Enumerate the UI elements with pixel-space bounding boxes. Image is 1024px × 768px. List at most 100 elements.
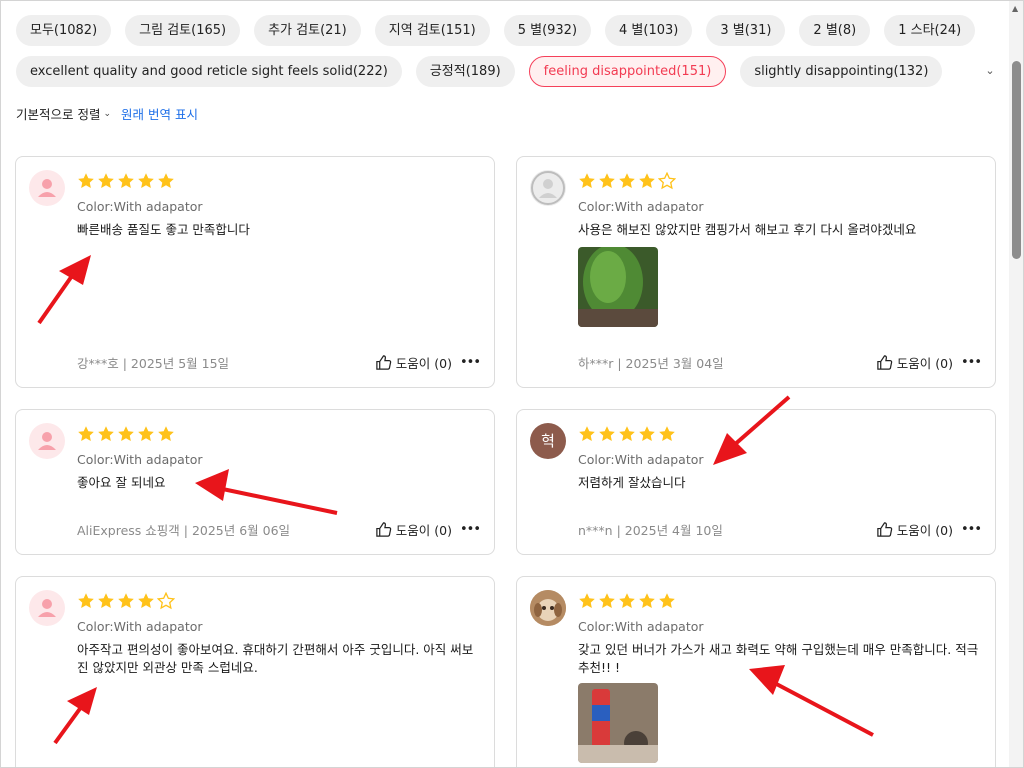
- default-avatar-icon: [29, 423, 65, 459]
- chevron-down-icon: ⌄: [103, 108, 112, 119]
- star-filled-icon: [579, 593, 595, 608]
- filter-chip-local-reviews[interactable]: 지역 검토(151): [374, 15, 490, 46]
- filter-chip-positive[interactable]: 긍정적(189): [415, 56, 515, 87]
- variant-label: Color:With adapator: [77, 199, 203, 214]
- review-card: 혁 Color:With adapator 저렴하게 잘샀습니다 n***n |…: [516, 409, 996, 555]
- star-rating: [77, 172, 175, 190]
- star-filled-icon: [639, 173, 655, 188]
- default-avatar-icon: [29, 170, 65, 206]
- default-avatar-icon: [29, 590, 65, 626]
- helpful-button[interactable]: 도움이 (0) •••: [876, 353, 982, 372]
- filter-chip-5-star[interactable]: 5 별(932): [503, 15, 592, 46]
- star-filled-icon: [98, 593, 114, 608]
- variant-label: Color:With adapator: [578, 452, 704, 467]
- star-filled-icon: [138, 593, 154, 608]
- star-filled-icon: [659, 593, 675, 608]
- star-rating: [578, 592, 676, 610]
- thumbs-up-icon: [376, 522, 392, 537]
- star-filled-icon: [78, 593, 94, 608]
- review-footer: n***n | 2025년 4월 10일 도움이 (0) •••: [578, 520, 982, 539]
- filter-chip-feeling-disappointed[interactable]: feeling disappointed(151): [528, 56, 727, 87]
- sort-dropdown[interactable]: 기본적으로 정렬 ⌄: [16, 104, 111, 123]
- filter-chip-3-star[interactable]: 3 별(31): [706, 15, 786, 46]
- star-filled-icon: [78, 173, 94, 188]
- review-text: 갖고 있던 버너가 가스가 새고 화력도 약해 구입했는데 매우 만족합니다. …: [578, 642, 979, 675]
- review-footer: 하***r | 2025년 3월 04일 도움이 (0) •••: [578, 353, 982, 372]
- filter-chip-excellent-quality[interactable]: excellent quality and good reticle sight…: [16, 56, 402, 87]
- review-card: Color:With adapator 갖고 있던 버너가 가스가 새고 화력도…: [516, 576, 996, 767]
- star-filled-icon: [579, 173, 595, 188]
- scrollbar-thumb[interactable]: [1012, 61, 1021, 259]
- variant-label: Color:With adapator: [77, 619, 203, 634]
- review-text: 빠른배송 품질도 좋고 만족합니다: [77, 222, 250, 237]
- star-filled-icon: [599, 426, 615, 441]
- review-text: 사용은 해보진 않았지만 캠핑가서 해보고 후기 다시 올려야겠네요: [578, 222, 917, 237]
- review-card: Color:With adapator 빠른배송 품질도 좋고 만족합니다 강*…: [15, 156, 495, 388]
- review-photo[interactable]: [578, 683, 658, 763]
- sort-row: 기본적으로 정렬 ⌄ 원래 번역 표시: [16, 104, 198, 123]
- filter-chip-slightly-disappointing[interactable]: slightly disappointing(132): [740, 56, 943, 87]
- filter-chip-additional-reviews[interactable]: 추가 검토(21): [254, 15, 361, 46]
- star-filled-icon: [639, 426, 655, 441]
- star-filled-icon: [619, 593, 635, 608]
- more-icon[interactable]: •••: [460, 355, 481, 370]
- reviewer-info: n***n | 2025년 4월 10일: [578, 523, 723, 538]
- helpful-count: 도움이 (0): [395, 523, 452, 538]
- variant-label: Color:With adapator: [77, 452, 203, 467]
- review-card: Color:With adapator 좋아요 잘 되네요 AliExpress…: [15, 409, 495, 555]
- star-rating: [77, 592, 175, 610]
- review-panel: 모두(1082) 그림 검토(165) 추가 검토(21) 지역 검토(151)…: [0, 0, 1024, 768]
- variant-label: Color:With adapator: [578, 199, 704, 214]
- chevron-down-icon[interactable]: ⌄: [981, 62, 999, 80]
- helpful-count: 도움이 (0): [395, 356, 452, 371]
- more-icon[interactable]: •••: [460, 522, 481, 537]
- helpful-count: 도움이 (0): [896, 523, 953, 538]
- star-filled-icon: [599, 173, 615, 188]
- filter-chip-all[interactable]: 모두(1082): [16, 15, 112, 46]
- thumbs-up-icon: [877, 522, 893, 537]
- star-empty-icon: [658, 172, 676, 190]
- filter-chips-row-2: excellent quality and good reticle sight…: [16, 56, 943, 87]
- reviewer-info: 하***r | 2025년 3월 04일: [578, 356, 724, 371]
- star-rating: [578, 425, 676, 443]
- helpful-count: 도움이 (0): [896, 356, 953, 371]
- helpful-button[interactable]: 도움이 (0) •••: [375, 353, 481, 372]
- helpful-button[interactable]: 도움이 (0) •••: [876, 520, 982, 539]
- star-filled-icon: [619, 426, 635, 441]
- star-filled-icon: [138, 426, 154, 441]
- variant-label: Color:With adapator: [578, 619, 704, 634]
- thumbs-up-icon: [376, 355, 392, 370]
- star-filled-icon: [138, 173, 154, 188]
- star-filled-icon: [78, 426, 94, 441]
- star-filled-icon: [118, 173, 134, 188]
- filter-chip-4-star[interactable]: 4 별(103): [605, 15, 693, 46]
- review-photo[interactable]: [578, 247, 658, 327]
- star-filled-icon: [118, 426, 134, 441]
- star-empty-icon: [157, 592, 175, 610]
- show-original-translation-link[interactable]: 원래 번역 표시: [121, 104, 198, 123]
- star-filled-icon: [118, 593, 134, 608]
- default-avatar-icon: [530, 170, 566, 206]
- filter-chips-row-1: 모두(1082) 그림 검토(165) 추가 검토(21) 지역 검토(151)…: [16, 15, 976, 46]
- star-rating: [77, 425, 175, 443]
- review-text: 좋아요 잘 되네요: [77, 475, 166, 490]
- star-filled-icon: [639, 593, 655, 608]
- star-filled-icon: [599, 593, 615, 608]
- helpful-button[interactable]: 도움이 (0) •••: [375, 520, 481, 539]
- star-filled-icon: [158, 426, 174, 441]
- star-filled-icon: [579, 426, 595, 441]
- filter-chip-2-star[interactable]: 2 별(8): [799, 15, 871, 46]
- review-text: 아주작고 편의성이 좋아보여요. 휴대하기 간편해서 아주 굿입니다. 아직 써…: [77, 642, 474, 675]
- thumbs-up-icon: [877, 355, 893, 370]
- review-text: 저렴하게 잘샀습니다: [578, 475, 686, 490]
- scroll-up-icon[interactable]: ▲: [1012, 4, 1018, 13]
- more-icon[interactable]: •••: [961, 355, 982, 370]
- more-icon[interactable]: •••: [961, 522, 982, 537]
- reviewer-info: AliExpress 쇼핑객 | 2025년 6월 06일: [77, 523, 291, 538]
- filter-chip-photo-reviews[interactable]: 그림 검토(165): [125, 15, 241, 46]
- filter-chip-1-star[interactable]: 1 스타(24): [884, 15, 976, 46]
- star-filled-icon: [98, 426, 114, 441]
- star-filled-icon: [619, 173, 635, 188]
- avatar: [530, 590, 566, 626]
- review-card: Color:With adapator 사용은 해보진 않았지만 캠핑가서 해보…: [516, 156, 996, 388]
